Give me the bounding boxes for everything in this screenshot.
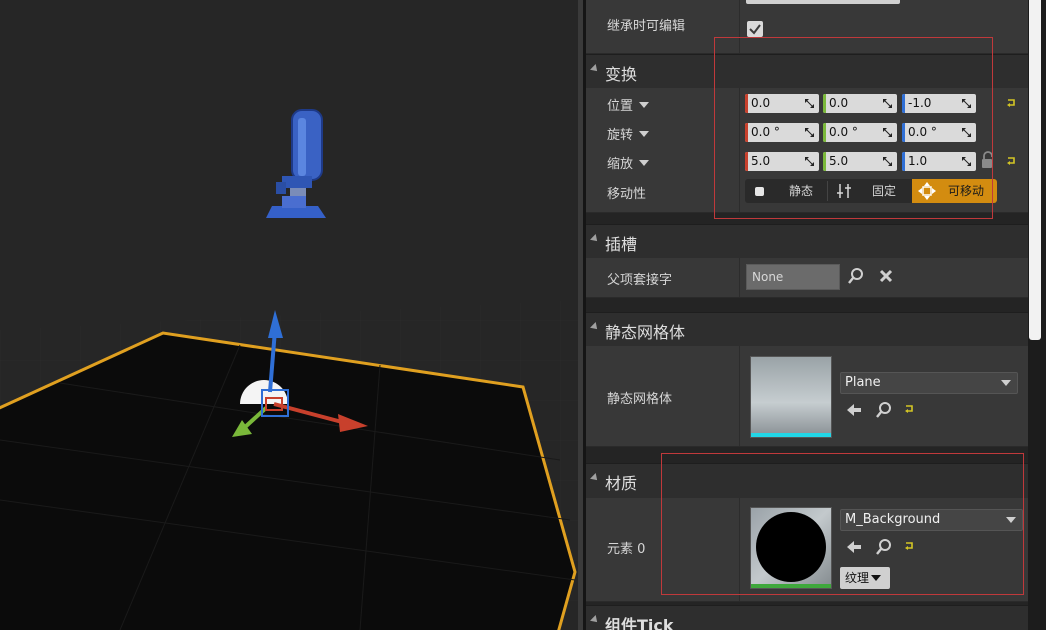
static-mesh-asset-combo[interactable]: Plane: [840, 372, 1018, 394]
category-sockets[interactable]: 插槽: [586, 224, 1028, 258]
parent-socket-field[interactable]: None: [746, 264, 840, 290]
details-panel: 继承时可编辑 变换 位置 0.0 0.0 -1.0 旋转 0.0 ° 0.0 °…: [586, 0, 1046, 630]
viewport-canvas[interactable]: [0, 0, 578, 630]
inherit-editable-label: 继承时可编辑: [607, 19, 686, 34]
search-icon[interactable]: [848, 268, 864, 284]
category-materials-title: 材质: [605, 474, 638, 493]
annotation-highlight-material: [661, 453, 1024, 595]
parent-socket-label: 父项套接字: [607, 273, 673, 288]
dropdown-icon: [639, 102, 650, 108]
annotation-highlight-transform: [714, 37, 993, 219]
collapse-arrow-icon: [590, 322, 600, 332]
category-sockets-title: 插槽: [605, 235, 638, 254]
reset-to-default-icon[interactable]: [1006, 156, 1016, 166]
scale-label[interactable]: 缩放: [607, 153, 650, 172]
material-element-label: 元素 0: [607, 542, 646, 557]
camera-actor-icon: [266, 109, 326, 218]
static-mesh-thumbnail[interactable]: [750, 356, 832, 438]
checkmark-icon: [749, 24, 761, 35]
reset-to-default-icon[interactable]: [904, 404, 914, 414]
partial-field: [746, 0, 900, 4]
inherit-editable-checkbox[interactable]: [747, 21, 763, 37]
collapse-arrow-icon: [590, 234, 600, 244]
static-mesh-label: 静态网格体: [607, 392, 673, 407]
category-transform-title: 变换: [605, 65, 638, 84]
collapse-arrow-icon: [590, 64, 600, 74]
collapse-arrow-icon: [590, 473, 600, 483]
category-static-mesh-title: 静态网格体: [605, 323, 686, 342]
chevron-down-icon: [1001, 380, 1011, 386]
category-static-mesh[interactable]: 静态网格体: [586, 312, 1028, 346]
collapse-arrow-icon: [590, 615, 600, 625]
level-viewport[interactable]: [0, 0, 578, 630]
browse-search-icon[interactable]: [876, 402, 892, 418]
dropdown-icon: [639, 160, 650, 166]
dropdown-icon: [639, 131, 650, 137]
reset-to-default-icon[interactable]: [1006, 98, 1016, 108]
category-component-tick-title: 组件Tick: [605, 616, 674, 630]
mobility-label: 移动性: [607, 187, 647, 202]
clear-icon[interactable]: [879, 269, 893, 283]
location-label[interactable]: 位置: [607, 95, 650, 114]
rotation-label[interactable]: 旋转: [607, 124, 650, 143]
scrollbar-thumb[interactable]: [1029, 0, 1041, 340]
use-selected-arrow-icon[interactable]: [846, 402, 862, 418]
category-component-tick[interactable]: 组件Tick: [586, 605, 1028, 630]
